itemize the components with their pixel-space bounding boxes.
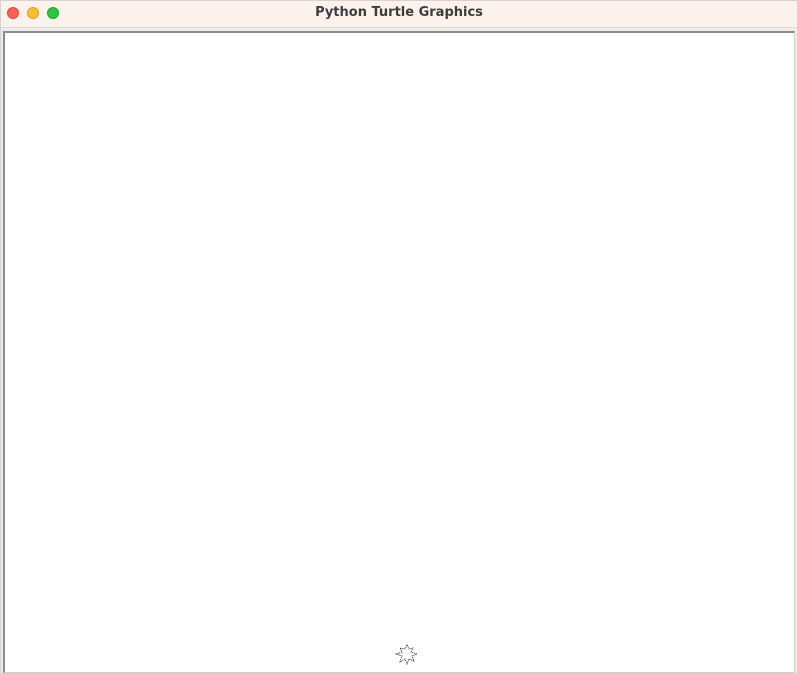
turtle-icon: [394, 644, 419, 665]
title-bar[interactable]: Python Turtle Graphics: [1, 1, 797, 28]
turtle-canvas[interactable]: [3, 31, 795, 673]
turtle-window: Python Turtle Graphics: [0, 0, 798, 674]
window-title: Python Turtle Graphics: [315, 5, 483, 20]
